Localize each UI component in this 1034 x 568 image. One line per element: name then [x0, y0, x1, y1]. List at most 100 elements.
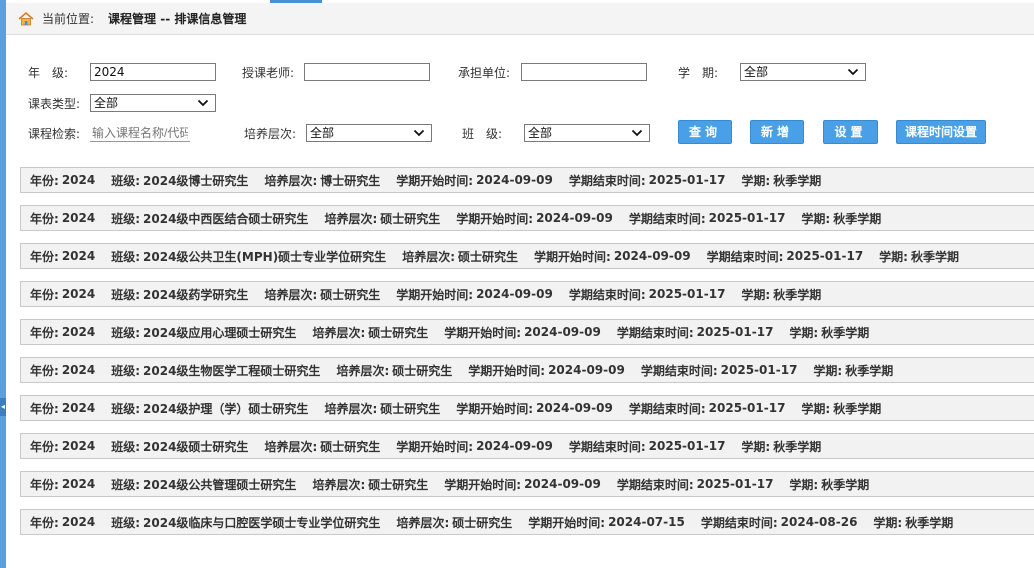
schedule-type-select[interactable]: 全部 [90, 94, 216, 112]
home-icon[interactable] [18, 11, 34, 27]
schedule-year-label: 年份: [30, 287, 59, 302]
schedule-year-value: 2024 [61, 363, 96, 377]
schedule-row[interactable]: 年份: 2024 班级: 2024级硕士研究生 培养层次: 硕士研究生 学期开始时间: 202… [20, 433, 1034, 459]
schedule-level-value: 硕士研究生 [458, 249, 519, 264]
schedule-class-value: 2024级公共管理硕士研究生 [143, 477, 297, 492]
schedule-row[interactable]: 年份: 2024 班级: 2024级护理（学）硕士研究生 培养层次: 硕士研究生 学期开始时… [20, 395, 1034, 421]
schedule-class-label: 班级: [111, 363, 141, 378]
schedule-row[interactable]: 年份: 2024 班级: 2024级药学研究生 培养层次: 硕士研究生 学期开始时间: 202… [20, 281, 1034, 307]
course-time-settings-button[interactable]: 课程时间设置 [896, 120, 986, 144]
schedule-level-value: 硕士研究生 [380, 211, 441, 226]
filter-row-3: 课程检索: 培养层次: 全部 班 级: 全部 查询 新增 设置 课程时间设置 [28, 120, 1028, 144]
settings-button[interactable]: 设置 [823, 120, 878, 144]
schedule-row[interactable]: 年份: 2024 班级: 2024级应用心理硕士研究生 培养层次: 硕士研究生 学期开始时间… [20, 319, 1034, 345]
teacher-input[interactable] [304, 63, 430, 81]
schedule-row[interactable]: 年份: 2024 班级: 2024级公共卫生(MPH)硕士专业学位研究生 培养层次: 硕士… [20, 243, 1034, 269]
schedule-year-label: 年份: [30, 249, 59, 264]
schedule-class-value: 2024级硕士研究生 [143, 439, 249, 454]
class-select[interactable]: 全部 [524, 124, 650, 142]
schedule-row[interactable]: 年份: 2024 班级: 2024级临床与口腔医学硕士专业学位研究生 培养层次: 硕士研究… [20, 509, 1034, 535]
schedule-level-label: 培养层次: [264, 173, 318, 188]
schedule-level-label: 培养层次: [264, 287, 318, 302]
schedule-term-label: 学期: [789, 325, 819, 340]
schedule-term-value: 秋季学期 [910, 249, 959, 264]
schedule-term-label: 学期: [873, 515, 903, 530]
schedule-row[interactable]: 年份: 2024 班级: 2024级公共管理硕士研究生 培养层次: 硕士研究生 学期开始时间… [20, 471, 1034, 497]
schedule-class-value: 2024级博士研究生 [143, 173, 249, 188]
schedule-start-value: 2024-09-09 [536, 211, 613, 225]
course-search-input[interactable] [90, 124, 190, 142]
schedule-class-label: 班级: [111, 173, 141, 188]
schedule-year-label: 年份: [30, 173, 59, 188]
schedule-year-value: 2024 [61, 173, 96, 187]
class-filter: 班 级: 全部 [462, 123, 650, 143]
schedule-end-label: 学期结束时间: [568, 173, 646, 188]
schedule-row[interactable]: 年份: 2024 班级: 2024级中西医结合硕士研究生 培养层次: 硕士研究生 学期开始时… [20, 205, 1034, 231]
schedule-level-value: 硕士研究生 [368, 325, 429, 340]
schedule-term-label: 学期: [741, 173, 771, 188]
schedule-start-label: 学期开始时间: [396, 439, 474, 454]
schedule-level-label: 培养层次: [312, 477, 366, 492]
schedule-level-label: 培养层次: [324, 401, 378, 416]
breadcrumb-label: 当前位置: [42, 12, 95, 26]
schedule-class-label: 班级: [111, 515, 141, 530]
schedule-type-label: 课表类型: [28, 96, 81, 111]
schedule-end-value: 2025-01-17 [648, 439, 726, 453]
schedule-start-label: 学期开始时间: [456, 401, 534, 416]
schedule-class-label: 班级: [111, 287, 141, 302]
schedule-term-value: 秋季学期 [833, 211, 882, 226]
schedule-start-label: 学期开始时间: [396, 287, 474, 302]
schedule-year-value: 2024 [61, 211, 96, 225]
schedule-end-value: 2024-08-26 [780, 515, 858, 529]
schedule-start-value: 2024-09-09 [476, 439, 553, 453]
semester-select[interactable]: 全部 [740, 63, 866, 81]
schedule-class-value: 2024级生物医学工程硕士研究生 [143, 363, 321, 378]
schedule-start-label: 学期开始时间: [534, 249, 611, 264]
schedule-class-value: 2024级中西医结合硕士研究生 [143, 211, 309, 226]
schedule-start-label: 学期开始时间: [396, 173, 474, 188]
schedule-start-value: 2024-09-09 [476, 287, 553, 301]
chevron-down-icon [847, 68, 859, 76]
schedule-term-label: 学期: [801, 211, 831, 226]
schedule-year-value: 2024 [61, 287, 96, 301]
schedule-type-select-value: 全部 [94, 96, 119, 110]
schedule-start-value: 2024-09-09 [613, 249, 691, 263]
chevron-down-icon [413, 129, 425, 137]
level-select[interactable]: 全部 [306, 124, 432, 142]
schedule-level-value: 硕士研究生 [320, 439, 381, 454]
schedule-row[interactable]: 年份: 2024 班级: 2024级生物医学工程硕士研究生 培养层次: 硕士研究生 学期开始… [20, 357, 1034, 383]
schedule-year-value: 2024 [61, 401, 96, 415]
schedule-end-label: 学期结束时间: [628, 401, 706, 416]
schedule-year-label: 年份: [30, 477, 59, 492]
schedule-level-value: 硕士研究生 [452, 515, 513, 530]
schedule-year-label: 年份: [30, 401, 59, 416]
unit-input[interactable] [521, 63, 647, 81]
schedule-class-value: 2024级临床与口腔医学硕士专业学位研究生 [143, 515, 381, 530]
schedule-start-label: 学期开始时间: [456, 211, 534, 226]
query-button[interactable]: 查询 [678, 120, 732, 144]
schedule-class-value: 2024级公共卫生(MPH)硕士专业学位研究生 [143, 249, 387, 264]
schedule-end-value: 2025-01-17 [708, 401, 786, 415]
filter-row-1: 年 级: 授课老师: 承担单位: 学 期: 全部 [28, 62, 1028, 82]
schedule-start-label: 学期开始时间: [444, 477, 522, 492]
schedule-end-label: 学期结束时间: [616, 325, 694, 340]
schedule-term-label: 学期: [741, 439, 771, 454]
grade-input[interactable] [90, 63, 216, 81]
class-select-value: 全部 [528, 126, 553, 140]
schedule-class-label: 班级: [111, 249, 141, 264]
schedule-class-label: 班级: [111, 211, 141, 226]
schedule-end-value: 2025-01-17 [696, 325, 774, 339]
schedule-level-value: 硕士研究生 [368, 477, 429, 492]
semester-label: 学 期: [678, 65, 719, 80]
schedule-end-label: 学期结束时间: [568, 439, 646, 454]
schedule-end-label: 学期结束时间: [706, 249, 784, 264]
semester-select-value: 全部 [744, 65, 769, 79]
schedule-term-value: 秋季学期 [833, 401, 882, 416]
breadcrumb: 当前位置: 课程管理 -- 排课信息管理 [6, 3, 1034, 35]
schedule-row[interactable]: 年份: 2024 班级: 2024级博士研究生 培养层次: 博士研究生 学期开始时间: 202… [20, 167, 1034, 193]
schedule-class-value: 2024级药学研究生 [143, 287, 249, 302]
sidebar-collapse-handle[interactable]: ◂ [0, 398, 6, 416]
schedule-year-label: 年份: [30, 439, 59, 454]
add-button[interactable]: 新增 [750, 120, 804, 144]
schedule-level-label: 培养层次: [312, 325, 366, 340]
